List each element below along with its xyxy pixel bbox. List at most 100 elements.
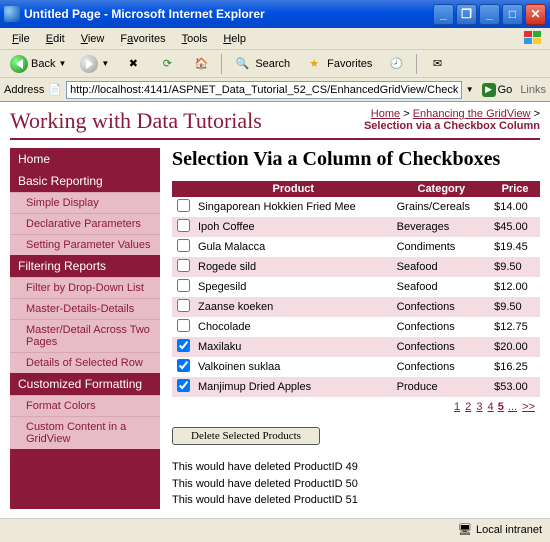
home-icon: 🏠 <box>191 54 211 74</box>
table-row: Gula MalaccaCondiments$19.45 <box>172 237 540 257</box>
cell-product: Gula Malacca <box>194 237 393 257</box>
cell-category: Confections <box>393 337 490 357</box>
nav-section[interactable]: Home <box>10 148 160 170</box>
status-bar: 🖥 Local intranet <box>0 518 550 540</box>
row-checkbox[interactable] <box>177 299 190 312</box>
cell-category: Condiments <box>393 237 490 257</box>
back-label: Back <box>31 58 55 70</box>
pager-page[interactable]: 2 <box>465 401 471 413</box>
pager-page[interactable]: 3 <box>476 401 482 413</box>
row-checkbox[interactable] <box>177 259 190 272</box>
favorites-button[interactable]: ★Favorites <box>300 52 376 76</box>
minimize-button[interactable]: _ <box>433 4 454 25</box>
nav-section[interactable]: Customized Formatting <box>10 373 160 395</box>
pager-page[interactable]: 4 <box>488 401 494 413</box>
menu-favorites[interactable]: Favorites <box>114 31 171 47</box>
home-button[interactable]: 🏠 <box>187 52 215 76</box>
separator <box>416 54 417 74</box>
row-checkbox[interactable] <box>177 199 190 212</box>
address-label: Address <box>4 84 44 96</box>
refresh-button[interactable]: ⟳ <box>153 52 181 76</box>
table-row: Manjimup Dried ApplesProduce$53.00 <box>172 377 540 397</box>
page-icon: 📄 <box>48 83 62 96</box>
page-header: Working with Data Tutorials Home > Enhan… <box>10 108 540 140</box>
pager: 1 2 3 4 5 ... >> <box>172 397 540 417</box>
toolbar: Back ▼ ▼ ✖ ⟳ 🏠 🔍Search ★Favorites 🕗 ✉ <box>0 50 550 78</box>
cell-product: Spegesild <box>194 277 393 297</box>
cell-price: $9.50 <box>490 257 540 277</box>
row-checkbox[interactable] <box>177 359 190 372</box>
row-checkbox[interactable] <box>177 379 190 392</box>
minimize-button-2[interactable]: _ <box>479 4 500 25</box>
close-button[interactable]: ✕ <box>525 4 546 25</box>
menu-tools[interactable]: Tools <box>176 31 214 47</box>
nav-item[interactable]: Custom Content in a GridView <box>10 416 160 449</box>
cell-category: Confections <box>393 357 490 377</box>
menu-help[interactable]: Help <box>217 31 252 47</box>
row-checkbox[interactable] <box>177 279 190 292</box>
col-category: Category <box>393 181 490 197</box>
go-arrow-icon: ▶ <box>482 83 496 97</box>
cell-price: $16.25 <box>490 357 540 377</box>
nav-item[interactable]: Simple Display <box>10 192 160 213</box>
maximize-button[interactable]: □ <box>502 4 523 25</box>
main-area: Selection Via a Column of Checkboxes Pro… <box>172 148 540 509</box>
cell-product: Chocolade <box>194 317 393 337</box>
menu-edit[interactable]: Edit <box>40 31 71 47</box>
row-checkbox[interactable] <box>177 219 190 232</box>
row-checkbox[interactable] <box>177 339 190 352</box>
table-row: Singaporean Hokkien Fried MeeGrains/Cere… <box>172 197 540 217</box>
nav-item[interactable]: Setting Parameter Values <box>10 234 160 255</box>
mail-icon: ✉ <box>427 54 447 74</box>
links-label[interactable]: Links <box>520 84 546 96</box>
cell-category: Confections <box>393 317 490 337</box>
favorites-label: Favorites <box>327 58 372 70</box>
delete-selected-button[interactable]: Delete Selected Products <box>172 427 320 445</box>
nav-item[interactable]: Master-Details-Details <box>10 298 160 319</box>
stop-button[interactable]: ✖ <box>119 52 147 76</box>
cell-category: Seafood <box>393 257 490 277</box>
row-checkbox[interactable] <box>177 239 190 252</box>
mail-button[interactable]: ✉ <box>423 52 451 76</box>
search-button[interactable]: 🔍Search <box>228 52 294 76</box>
address-input[interactable] <box>66 81 462 99</box>
menu-file[interactable]: File <box>6 31 36 47</box>
menu-view[interactable]: View <box>75 31 111 47</box>
history-button[interactable]: 🕗 <box>382 52 410 76</box>
site-title: Working with Data Tutorials <box>10 108 262 134</box>
row-checkbox[interactable] <box>177 319 190 332</box>
nav-item[interactable]: Master/Detail Across Two Pages <box>10 319 160 352</box>
forward-button[interactable]: ▼ <box>76 53 113 75</box>
nav-item[interactable]: Filter by Drop-Down List <box>10 277 160 298</box>
sidebar-nav: HomeBasic ReportingSimple DisplayDeclara… <box>10 148 160 509</box>
cell-price: $9.50 <box>490 297 540 317</box>
cell-product: Singaporean Hokkien Fried Mee <box>194 197 393 217</box>
cell-product: Ipoh Coffee <box>194 217 393 237</box>
go-label: Go <box>498 84 513 96</box>
message-line: This would have deleted ProductID 50 <box>172 476 540 493</box>
col-price: Price <box>490 181 540 197</box>
pager-next[interactable]: >> <box>522 401 535 413</box>
separator <box>221 54 222 74</box>
nav-item[interactable]: Declarative Parameters <box>10 213 160 234</box>
windows-logo-icon <box>524 31 544 47</box>
address-dropdown-icon[interactable]: ▼ <box>466 85 474 94</box>
nav-item[interactable]: Details of Selected Row <box>10 352 160 373</box>
nav-section[interactable]: Basic Reporting <box>10 170 160 192</box>
search-label: Search <box>255 58 290 70</box>
back-button[interactable]: Back ▼ <box>6 53 70 75</box>
nav-section[interactable]: Filtering Reports <box>10 255 160 277</box>
breadcrumb-section[interactable]: Enhancing the GridView <box>413 108 531 120</box>
window-titlebar: Untitled Page - Microsoft Internet Explo… <box>0 0 550 28</box>
nav-item[interactable]: Format Colors <box>10 395 160 416</box>
search-icon: 🔍 <box>232 54 252 74</box>
pager-page[interactable]: 1 <box>454 401 460 413</box>
cell-product: Zaanse koeken <box>194 297 393 317</box>
go-button[interactable]: ▶Go <box>478 83 517 97</box>
pager-more[interactable]: ... <box>508 401 517 413</box>
table-row: MaxilakuConfections$20.00 <box>172 337 540 357</box>
breadcrumb-home[interactable]: Home <box>371 108 400 120</box>
cell-price: $12.75 <box>490 317 540 337</box>
restore-button[interactable]: ❐ <box>456 4 477 25</box>
cell-category: Grains/Cereals <box>393 197 490 217</box>
